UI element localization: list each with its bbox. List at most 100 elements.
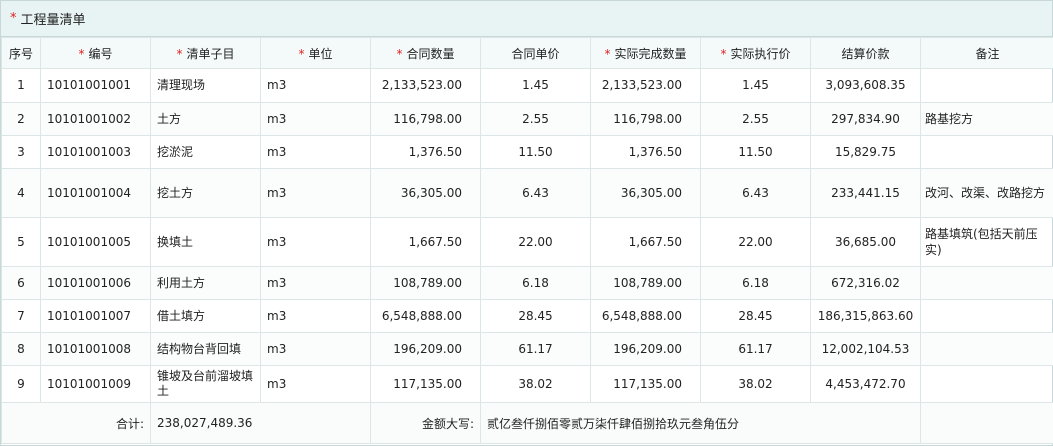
table-row[interactable]: 3 10101001003 挖淤泥 m3 1,376.50 11.50 1,376.50 11…: [1, 135, 1053, 169]
table-cell: 36,305.00: [590, 168, 701, 218]
table-cell: 61.17: [480, 332, 591, 366]
table-cell: 10101001005: [40, 217, 151, 267]
required-marker: *: [78, 46, 85, 61]
table-cell: 116,798.00: [370, 102, 481, 136]
table-cell: 61.17: [700, 332, 811, 366]
table-cell: 6.43: [700, 168, 811, 218]
table-cell: m3: [260, 135, 371, 169]
column-header-label: 实际执行价: [730, 46, 791, 61]
table-cell: 22.00: [700, 217, 811, 267]
table-cell: 路基填筑(包括天前压实): [920, 217, 1053, 267]
table-cell: 12,002,104.53: [810, 332, 921, 366]
table-cell: m3: [260, 217, 371, 267]
column-header-label: 合同单价: [511, 46, 560, 61]
table-cell: m3: [260, 168, 371, 218]
table-cell: 锥坡及台前溜坡填土: [150, 365, 261, 403]
table-row[interactable]: 8 10101001008 结构物台背回填 m3 196,209.00 61.17 196,…: [1, 332, 1053, 366]
table-row[interactable]: 9 10101001009 锥坡及台前溜坡填土 m3 117,135.00 38.02 11…: [1, 365, 1053, 403]
table-cell: 1,667.50: [590, 217, 701, 267]
column-header: * 实际执行价: [700, 37, 811, 69]
panel-title-bar: * 工程量清单: [1, 1, 1052, 37]
column-header: * 实际完成数量: [590, 37, 701, 69]
table-cell: m3: [260, 299, 371, 333]
table-row[interactable]: 1 10101001001 清理现场 m3 2,133,523.00 1.45 2,133,…: [1, 68, 1053, 103]
column-header-label: 单位: [308, 46, 333, 61]
footer-empty-cell: [920, 402, 1053, 444]
table-cell: 结构物台背回填: [150, 332, 261, 366]
table-cell: 10101001008: [40, 332, 151, 366]
table-footer-row: 合计: 238,027,489.36 金额大写: 贰亿叁仟捌佰零贰万柒仟肆佰捌拾…: [1, 402, 1053, 444]
table-cell: 6.43: [480, 168, 591, 218]
column-header: * 单位: [260, 37, 371, 69]
required-marker: *: [604, 46, 611, 61]
table-cell: m3: [260, 102, 371, 136]
total-label: 合计:: [1, 402, 151, 444]
table-cell: 10101001003: [40, 135, 151, 169]
table-cell: 15,829.75: [810, 135, 921, 169]
column-header-label: 备注: [975, 46, 1000, 61]
table-cell: 8: [1, 332, 41, 366]
column-header: * 编号: [40, 37, 151, 69]
column-header-label: 编号: [88, 46, 113, 61]
table-cell: 36,305.00: [370, 168, 481, 218]
table-cell: 297,834.90: [810, 102, 921, 136]
table-cell: 186,315,863.60: [810, 299, 921, 333]
required-marker: *: [10, 11, 17, 26]
table-cell: 土方: [150, 102, 261, 136]
column-header: * 清单子目: [150, 37, 261, 69]
table-cell: 117,135.00: [370, 365, 481, 403]
table-cell: 7: [1, 299, 41, 333]
table-cell: 1.45: [700, 68, 811, 103]
table-header-row: 序号 * 编号 * 清单子目 * 单位 * 合同数量 合同单价 * 实际完成数量 * 实际执行价 结算价款备…: [1, 37, 1053, 69]
column-header: 结算价款: [810, 37, 921, 69]
table-cell: [920, 299, 1053, 333]
required-marker: *: [176, 46, 183, 61]
table-cell: 6: [1, 266, 41, 300]
column-header: 序号: [1, 37, 41, 69]
table-cell: 10101001004: [40, 168, 151, 218]
table-row[interactable]: 4 10101001004 挖土方 m3 36,305.00 6.43 36,305.00 6…: [1, 168, 1053, 218]
table-cell: 4,453,472.70: [810, 365, 921, 403]
table-cell: 11.50: [700, 135, 811, 169]
table-cell: 108,789.00: [590, 266, 701, 300]
table-body: 1 10101001001 清理现场 m3 2,133,523.00 1.45 2,133,…: [1, 68, 1053, 403]
table-row[interactable]: 7 10101001007 借土填方 m3 6,548,888.00 28.45 6,548…: [1, 299, 1053, 333]
table-row[interactable]: 5 10101001005 换填土 m3 1,667.50 22.00 1,667.50 22…: [1, 217, 1053, 267]
table-cell: [920, 135, 1053, 169]
table-row[interactable]: 2 10101001002 土方 m3 116,798.00 2.55 116,798.00…: [1, 102, 1053, 136]
table-cell: 利用土方: [150, 266, 261, 300]
table-cell: 2.55: [480, 102, 591, 136]
table-cell: 38.02: [480, 365, 591, 403]
table-cell: 6,548,888.00: [590, 299, 701, 333]
table-cell: 233,441.15: [810, 168, 921, 218]
required-marker: *: [396, 46, 403, 61]
table-cell: 117,135.00: [590, 365, 701, 403]
table-cell: [920, 266, 1053, 300]
amount-words-value: 贰亿叁仟捌佰零贰万柒仟肆佰捌拾玖元叁角伍分: [480, 402, 921, 444]
table-cell: m3: [260, 266, 371, 300]
table-cell: 挖土方: [150, 168, 261, 218]
table-cell: m3: [260, 365, 371, 403]
table-cell: 改河、改渠、改路挖方: [920, 168, 1053, 218]
table-cell: 6,548,888.00: [370, 299, 481, 333]
bill-of-quantities-panel: * 工程量清单 序号 * 编号 * 清单子目 * 单位 * 合同数量 合同单价 * 实际完成数量 * 实际…: [0, 0, 1053, 446]
table-cell: 10101001009: [40, 365, 151, 403]
table-row[interactable]: 6 10101001006 利用土方 m3 108,789.00 6.18 108,789.…: [1, 266, 1053, 300]
table-cell: 换填土: [150, 217, 261, 267]
table-cell: 9: [1, 365, 41, 403]
table-cell: 5: [1, 217, 41, 267]
column-header: 备注: [920, 37, 1053, 69]
table-cell: 22.00: [480, 217, 591, 267]
table-cell: 10101001001: [40, 68, 151, 103]
table-cell: m3: [260, 68, 371, 103]
table-cell: 28.45: [700, 299, 811, 333]
amount-words-label: 金额大写:: [370, 402, 481, 444]
column-header-label: 结算价款: [841, 46, 890, 61]
table-cell: 路基挖方: [920, 102, 1053, 136]
table-cell: 1,376.50: [370, 135, 481, 169]
table-cell: 1.45: [480, 68, 591, 103]
table-cell: 38.02: [700, 365, 811, 403]
table-cell: 2: [1, 102, 41, 136]
table-cell: 116,798.00: [590, 102, 701, 136]
table-cell: m3: [260, 332, 371, 366]
